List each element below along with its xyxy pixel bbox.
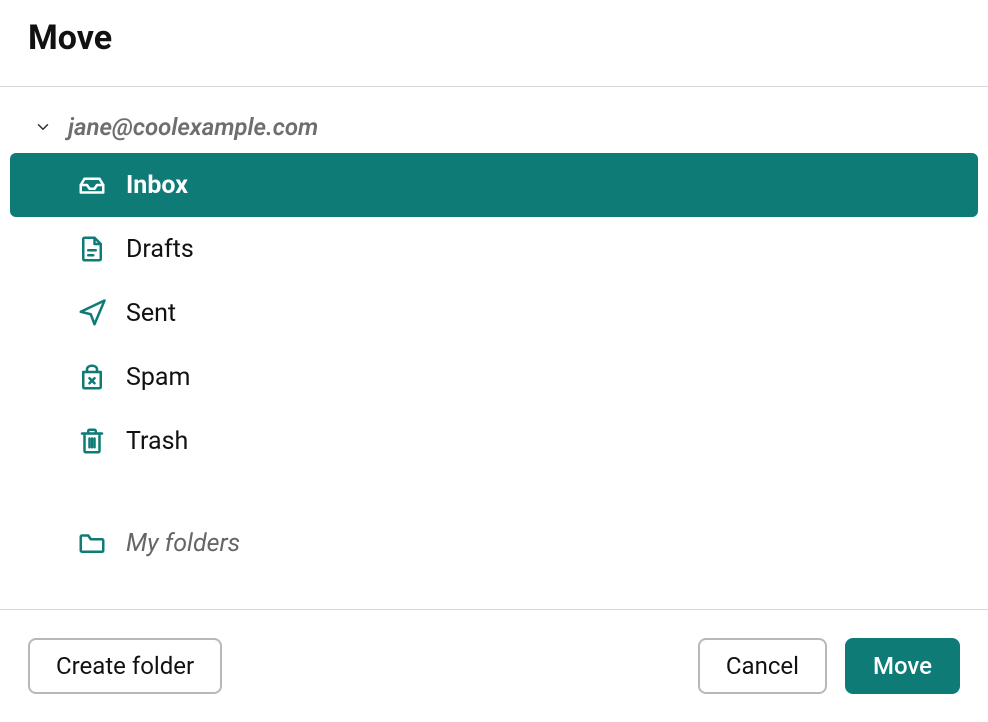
- footer-actions: Cancel Move: [698, 638, 960, 694]
- spam-icon: [76, 361, 108, 393]
- spacer: [10, 473, 978, 511]
- folder-label: Spam: [126, 363, 190, 392]
- dialog-title: Move: [28, 18, 960, 58]
- chevron-down-icon: [32, 116, 54, 138]
- account-row[interactable]: jane@coolexample.com: [10, 111, 978, 153]
- folder-label: My folders: [126, 529, 240, 558]
- trash-icon: [76, 425, 108, 457]
- folder-tree: jane@coolexample.com Inbox Drafts: [0, 87, 988, 609]
- file-text-icon: [76, 233, 108, 265]
- folder-label: Inbox: [126, 171, 188, 200]
- folder-label: Drafts: [126, 235, 194, 264]
- folder-item-trash[interactable]: Trash: [10, 409, 978, 473]
- folder-item-sent[interactable]: Sent: [10, 281, 978, 345]
- folder-item-myfolders[interactable]: My folders: [10, 511, 978, 575]
- folder-label: Sent: [126, 299, 176, 328]
- folder-item-drafts[interactable]: Drafts: [10, 217, 978, 281]
- cancel-button[interactable]: Cancel: [698, 638, 827, 694]
- move-button[interactable]: Move: [845, 638, 960, 694]
- account-email: jane@coolexample.com: [68, 113, 318, 141]
- folder-item-spam[interactable]: Spam: [10, 345, 978, 409]
- folder-item-inbox[interactable]: Inbox: [10, 153, 978, 217]
- dialog-header: Move: [0, 0, 988, 86]
- send-icon: [76, 297, 108, 329]
- create-folder-button[interactable]: Create folder: [28, 638, 222, 694]
- inbox-icon: [76, 169, 108, 201]
- folder-label: Trash: [126, 427, 188, 456]
- dialog-footer: Create folder Cancel Move: [0, 610, 988, 722]
- folder-icon: [76, 527, 108, 559]
